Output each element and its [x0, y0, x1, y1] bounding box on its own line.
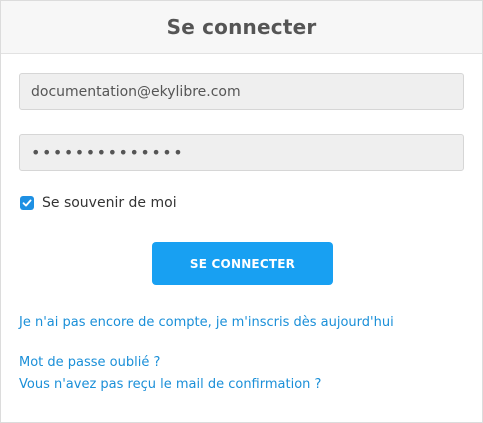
remember-me-label: Se souvenir de moi: [42, 195, 177, 211]
forgot-password-link[interactable]: Mot de passe oublié ?: [19, 355, 160, 370]
checkbox-box[interactable]: [20, 196, 34, 210]
remember-me-checkbox[interactable]: Se souvenir de moi: [20, 195, 177, 211]
check-icon: [22, 199, 32, 207]
login-button[interactable]: SE CONNECTER: [152, 242, 333, 285]
resend-confirmation-link[interactable]: Vous n'avez pas reçu le mail de confirma…: [19, 377, 321, 392]
email-field[interactable]: [19, 73, 464, 110]
page-title: Se connecter: [166, 15, 317, 39]
password-field[interactable]: [19, 134, 464, 171]
register-link[interactable]: Je n'ai pas encore de compte, je m'inscr…: [19, 315, 394, 330]
panel-header: Se connecter: [1, 1, 482, 54]
login-panel: Se connecter Se souvenir de moi SE CONNE…: [0, 0, 483, 423]
